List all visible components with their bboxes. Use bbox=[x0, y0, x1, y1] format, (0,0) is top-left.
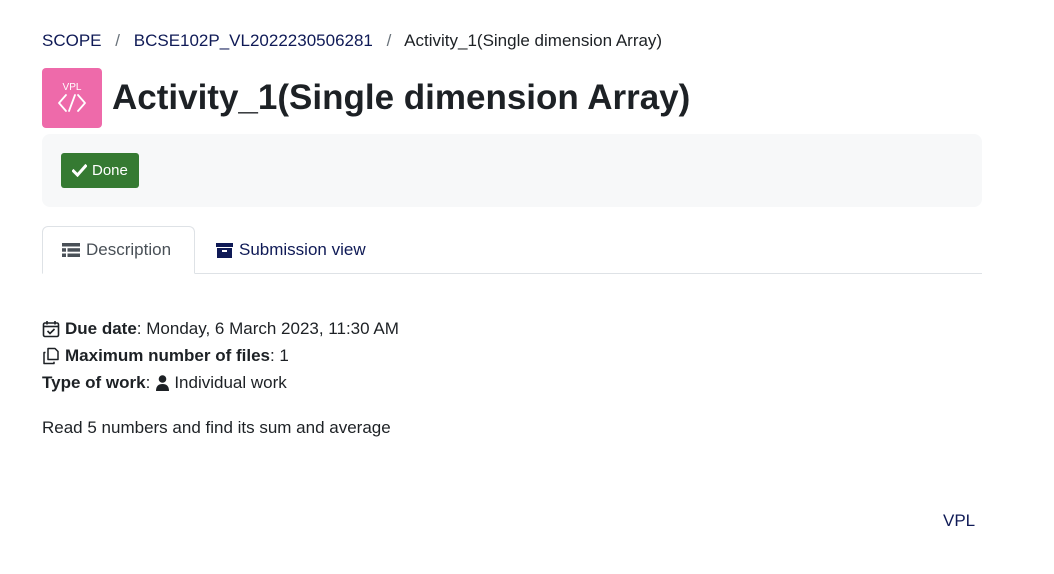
page-title: Activity_1(Single dimension Array) bbox=[112, 78, 691, 117]
check-icon bbox=[72, 164, 87, 177]
tab-bar: Description Submission view bbox=[42, 226, 982, 274]
tab-submission-view[interactable]: Submission view bbox=[216, 226, 366, 274]
breadcrumb-item-scope[interactable]: SCOPE bbox=[42, 31, 102, 50]
activity-description: Read 5 numbers and find its sum and aver… bbox=[42, 418, 391, 437]
max-files-value: : 1 bbox=[269, 346, 289, 365]
list-icon bbox=[62, 243, 80, 257]
tab-description[interactable]: Description bbox=[42, 226, 195, 274]
vpl-module-icon: VPL bbox=[42, 68, 102, 128]
work-type-label: Type of work bbox=[42, 373, 146, 392]
tab-description-label: Description bbox=[86, 240, 172, 259]
breadcrumb-item-current: Activity_1(Single dimension Array) bbox=[404, 31, 663, 50]
tab-submission-view-label: Submission view bbox=[239, 240, 366, 259]
activity-dates: Due date : Monday, 6 March 2023, 11:30 A… bbox=[42, 315, 399, 396]
done-button-label: Done bbox=[92, 162, 128, 179]
max-files-row: Maximum number of files : 1 bbox=[42, 342, 399, 369]
done-button[interactable]: Done bbox=[61, 153, 139, 188]
user-icon bbox=[156, 374, 170, 391]
max-files-label: Maximum number of files bbox=[65, 346, 270, 365]
calendar-check-icon bbox=[42, 320, 60, 337]
activity-completion-panel: Done bbox=[42, 134, 982, 207]
breadcrumb-item-course[interactable]: BCSE102P_VL2022230506281 bbox=[134, 31, 373, 50]
page-header: VPL Activity_1(Single dimension Array) bbox=[42, 68, 690, 128]
work-type-row: Type of work : Individual work bbox=[42, 369, 399, 396]
due-date-value: : Monday, 6 March 2023, 11:30 AM bbox=[136, 319, 399, 338]
archive-icon bbox=[216, 242, 233, 258]
work-type-value: Individual work bbox=[174, 373, 287, 392]
breadcrumb-separator: / bbox=[386, 31, 392, 50]
breadcrumb: SCOPE / BCSE102P_VL2022230506281 / Activ… bbox=[42, 31, 662, 51]
work-type-separator: : bbox=[145, 373, 151, 392]
copy-files-icon bbox=[43, 347, 59, 364]
due-date-row: Due date : Monday, 6 March 2023, 11:30 A… bbox=[42, 315, 399, 342]
due-date-label: Due date bbox=[65, 319, 137, 338]
breadcrumb-separator: / bbox=[115, 31, 120, 50]
vpl-icon-label: VPL bbox=[63, 82, 82, 93]
vpl-footer-link[interactable]: VPL bbox=[943, 511, 975, 531]
code-brackets-icon: VPL bbox=[58, 82, 86, 112]
